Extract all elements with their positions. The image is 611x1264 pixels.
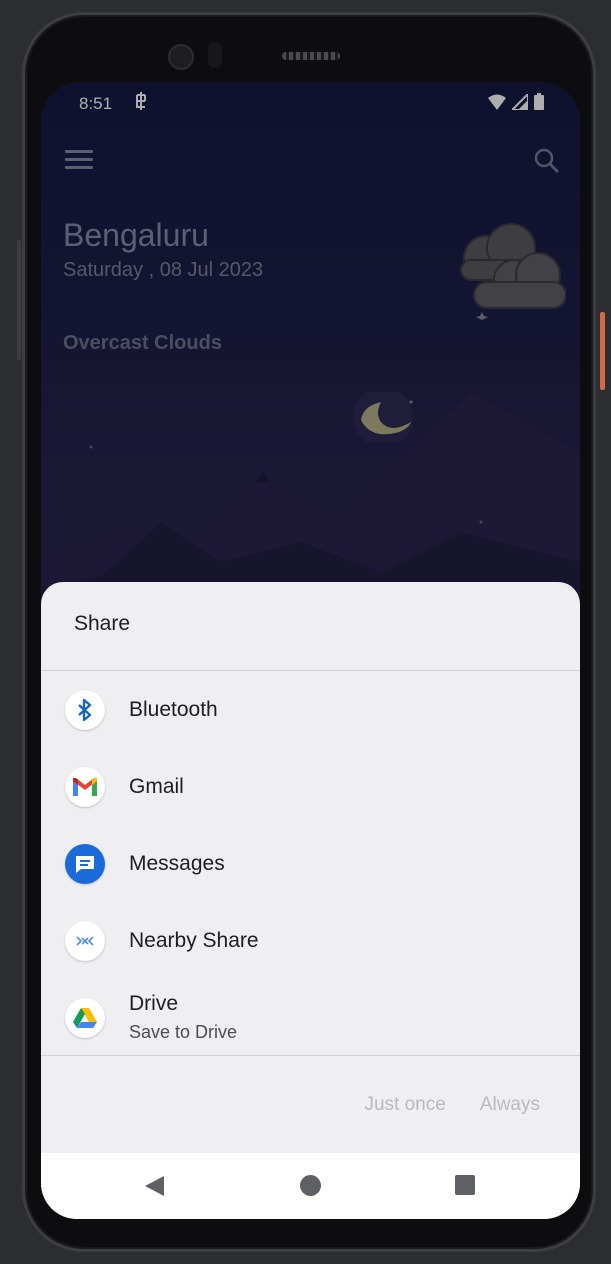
share-target-nearby-share[interactable]: Nearby Share [41, 907, 580, 979]
proximity-sensor [208, 42, 222, 68]
share-target-sublabel: Save to Drive [129, 1022, 238, 1042]
share-target-label: Drive [129, 992, 179, 1015]
divider [41, 1055, 580, 1056]
share-target-drive[interactable]: Drive Save to Drive [41, 984, 580, 1056]
home-icon[interactable] [300, 1175, 321, 1196]
nearby-share-icon [65, 921, 105, 961]
share-target-bluetooth[interactable]: Bluetooth [41, 676, 580, 748]
share-target-label: Messages [129, 852, 225, 875]
drive-icon [65, 998, 105, 1038]
always-button[interactable]: Always [480, 1094, 540, 1116]
navigation-bar [41, 1153, 580, 1219]
share-target-messages[interactable]: Messages [41, 830, 580, 902]
device-screen: 8:51 Bengaluru Saturday , 08 Jul 2023 Ov… [41, 82, 580, 1219]
just-once-button[interactable]: Just once [364, 1094, 445, 1116]
gmail-icon [65, 767, 105, 807]
recents-icon[interactable] [455, 1175, 475, 1195]
front-camera [168, 44, 194, 70]
back-icon[interactable] [144, 1175, 166, 1197]
share-target-gmail[interactable]: Gmail [41, 753, 580, 825]
divider [41, 670, 580, 671]
share-target-label: Bluetooth [129, 698, 218, 721]
messages-icon [65, 844, 105, 884]
share-sheet-title: Share [74, 612, 131, 635]
share-actions: Just once Always [364, 1094, 540, 1116]
bluetooth-icon [65, 690, 105, 730]
share-target-label: Nearby Share [129, 929, 259, 952]
share-target-label: Gmail [129, 775, 184, 798]
earpiece-speaker [282, 52, 340, 60]
volume-button [17, 240, 21, 360]
share-sheet: Share Bluetooth Gmail Messages Nearby Sh… [41, 582, 580, 1219]
power-button [600, 312, 605, 390]
